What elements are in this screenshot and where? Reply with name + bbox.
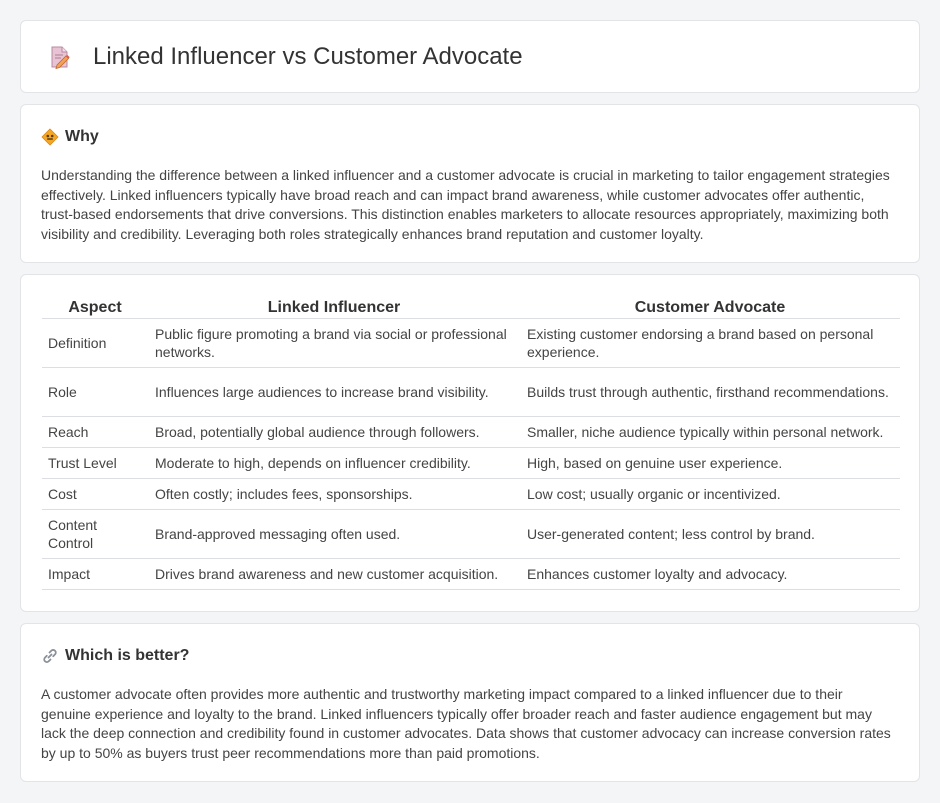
table-row: Reach Broad, potentially global audience… — [42, 417, 900, 448]
table-row: Content Control Brand-approved messaging… — [42, 510, 900, 559]
table-row: Definition Public figure promoting a bra… — [42, 319, 900, 368]
better-text: A customer advocate often provides more … — [41, 686, 891, 761]
customer-advocate-cell: High, based on genuine user experience. — [520, 448, 900, 479]
aspect-cell: Definition — [42, 319, 148, 368]
linked-influencer-cell: Drives brand awareness and new customer … — [148, 559, 520, 590]
table-row: Cost Often costly; includes fees, sponso… — [42, 479, 900, 510]
comparison-section: Aspect Linked Influencer Customer Advoca… — [20, 274, 920, 612]
linked-influencer-cell: Influences large audiences to increase b… — [148, 368, 520, 417]
header-card: Linked Influencer vs Customer Advocate — [20, 20, 920, 93]
better-heading: Which is better? — [41, 646, 899, 666]
table-row: Role Influences large audiences to incre… — [42, 368, 900, 417]
better-title: Which is better? — [65, 647, 190, 664]
why-section: Why Understanding the difference between… — [20, 104, 920, 263]
linked-influencer-cell: Public figure promoting a brand via soci… — [148, 319, 520, 368]
linked-influencer-cell: Broad, potentially global audience throu… — [148, 417, 520, 448]
linked-influencer-cell: Moderate to high, depends on influencer … — [148, 448, 520, 479]
customer-advocate-cell: User-generated content; less control by … — [520, 510, 900, 559]
linked-influencer-cell: Often costly; includes fees, sponsorship… — [148, 479, 520, 510]
table-row: Impact Drives brand awareness and new cu… — [42, 559, 900, 590]
document-edit-icon — [45, 43, 73, 71]
customer-advocate-cell: Enhances customer loyalty and advocacy. — [520, 559, 900, 590]
column-header-aspect: Aspect — [42, 295, 148, 319]
customer-advocate-cell: Smaller, niche audience typically within… — [520, 417, 900, 448]
linked-influencer-cell: Brand-approved messaging often used. — [148, 510, 520, 559]
comparison-table: Aspect Linked Influencer Customer Advoca… — [42, 295, 900, 590]
table-row: Trust Level Moderate to high, depends on… — [42, 448, 900, 479]
aspect-cell: Content Control — [42, 510, 148, 559]
warning-diamond-icon — [41, 128, 59, 146]
why-title: Why — [65, 128, 99, 145]
aspect-cell: Cost — [42, 479, 148, 510]
link-icon — [41, 647, 59, 665]
which-is-better-section: Which is better? A customer advocate oft… — [20, 623, 920, 782]
page-title: Linked Influencer vs Customer Advocate — [93, 42, 523, 70]
why-heading: Why — [41, 127, 899, 147]
customer-advocate-cell: Builds trust through authentic, firsthan… — [520, 368, 900, 417]
aspect-cell: Reach — [42, 417, 148, 448]
column-header-linked-influencer: Linked Influencer — [148, 295, 520, 319]
why-text: Understanding the difference between a l… — [41, 167, 890, 242]
aspect-cell: Impact — [42, 559, 148, 590]
table-header-row: Aspect Linked Influencer Customer Advoca… — [42, 295, 900, 319]
aspect-cell: Role — [42, 368, 148, 417]
customer-advocate-cell: Existing customer endorsing a brand base… — [520, 319, 900, 368]
customer-advocate-cell: Low cost; usually organic or incentivize… — [520, 479, 900, 510]
column-header-customer-advocate: Customer Advocate — [520, 295, 900, 319]
aspect-cell: Trust Level — [42, 448, 148, 479]
